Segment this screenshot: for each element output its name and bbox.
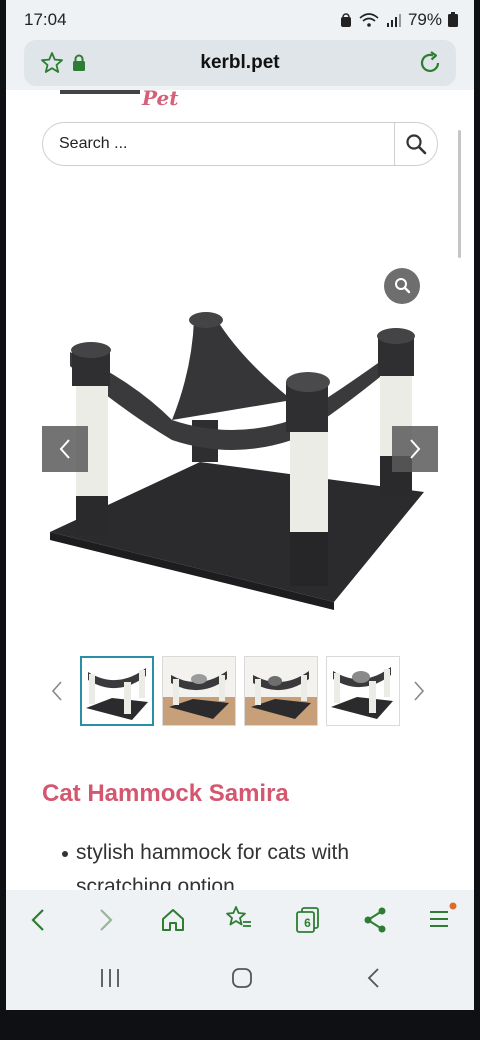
image-next-button[interactable] [392,426,438,472]
wifi-icon [359,13,379,27]
tab-count: 6 [304,916,311,930]
thumbnail-2[interactable] [162,656,236,726]
magnifier-icon [395,278,411,294]
menu-icon[interactable] [426,902,458,934]
thumb-image-cat-alt [245,657,317,725]
browser-toolbar: 6 [6,890,474,950]
image-prev-button[interactable] [42,426,88,472]
product-title: Cat Hammock Samira [42,780,289,807]
thumbnail-strip [6,652,474,728]
thumbs-prev-icon[interactable] [50,680,64,702]
bookmarks-star-icon[interactable] [224,904,254,934]
thumb-image-hammock [86,668,148,720]
search-icon[interactable] [405,133,427,155]
system-nav-bar [6,950,474,1010]
site-logo[interactable]: Pet [142,90,178,110]
status-time: 17:04 [24,10,67,29]
search-input[interactable]: Search ... [59,135,127,153]
web-content: Pet Search ... Cat Hammock Samira stylis… [6,90,474,890]
forward-icon[interactable] [96,906,116,934]
reload-icon[interactable] [418,50,444,76]
share-icon[interactable] [362,906,388,934]
signal-icon [386,14,401,27]
search-divider [394,123,395,165]
address-bar[interactable]: kerbl.pet [24,40,456,86]
thumbnail-1[interactable] [80,656,154,726]
tabs-button[interactable]: 6 [294,906,322,934]
thumbnail-3[interactable] [244,656,318,726]
status-right: 79% [340,10,458,30]
chevron-left-icon [59,439,70,459]
feature-bullet: stylish hammock for cats with scratching… [62,836,436,890]
thumbs-next-icon[interactable] [412,680,426,702]
thumb-image-kitten [331,667,393,719]
product-image [50,312,424,610]
chevron-right-icon [410,439,421,459]
lock-notification-icon [340,12,351,27]
page-scrollbar[interactable] [458,130,461,258]
search-box[interactable]: Search ... [42,122,438,166]
zoom-button[interactable] [384,268,420,304]
home-nav-icon[interactable] [230,966,254,990]
thumbnail-4[interactable] [326,656,400,726]
recent-apps-icon[interactable] [98,966,122,990]
url-text[interactable]: kerbl.pet [24,52,456,74]
status-bar: 17:04 79% [6,0,474,40]
battery-icon [448,12,458,27]
back-icon[interactable] [28,906,48,934]
phone-screen: 17:04 79% kerbl.pet Pet Search ... Cat H… [6,0,474,1010]
home-icon[interactable] [160,906,186,934]
thumb-image-cat [163,657,235,725]
back-nav-icon[interactable] [364,966,384,990]
battery-percent: 79% [407,10,442,29]
logo-cutoff [60,90,140,94]
